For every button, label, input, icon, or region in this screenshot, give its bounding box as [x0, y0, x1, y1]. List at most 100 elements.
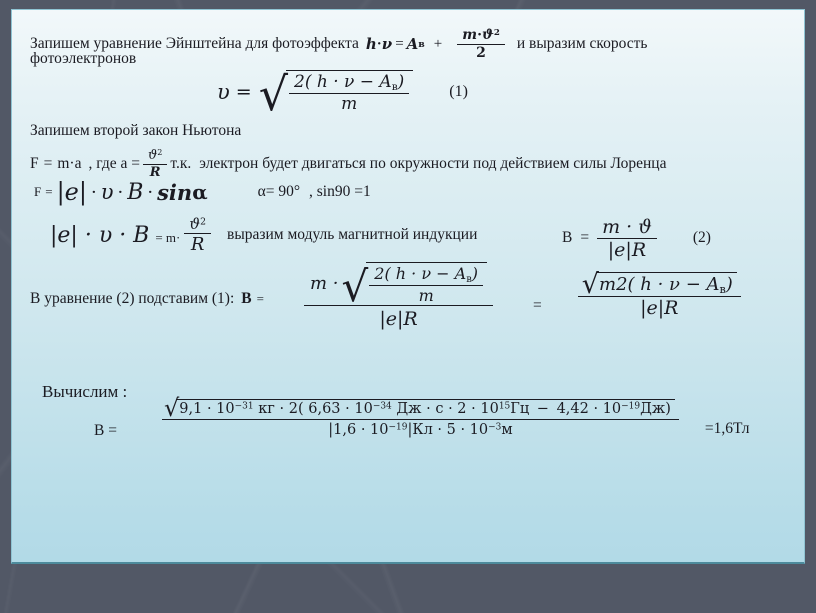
equals-sign: = — [235, 80, 252, 103]
exponent-mass: −31 — [234, 401, 254, 412]
radical-sign: √ — [258, 67, 289, 122]
value-factor-two: 2 — [288, 400, 298, 417]
equation-1-velocity: υ = √ 2( h · ν − Aв) m (1) — [217, 67, 468, 122]
line-force-definition: F = m·a , где a = ϑ2 R т.к. электрон буд… — [30, 148, 666, 181]
angle-condition: α= 90° — [257, 182, 301, 200]
fraction-inner: 2( h · ν − Aв) m — [369, 264, 484, 305]
paren-close: ) — [665, 400, 671, 417]
fraction-numeric: √ 9,1 · 10−31 кг · 2( 6,63 · 10−34 Дж · … — [162, 396, 679, 438]
unit-kilogram: кг — [258, 400, 275, 417]
plus-sign: + — [433, 36, 443, 53]
value-planck: 6,63 — [308, 400, 341, 417]
exponent-work: −19 — [621, 401, 641, 412]
symbol-nu: ν — [381, 35, 393, 54]
exponent-two: 2 — [157, 148, 163, 158]
label-B-result: B = — [94, 422, 117, 439]
sine-value-condition: , sin90 =1 — [309, 182, 371, 200]
dot-operator: · 10 — [460, 422, 489, 439]
symbol-magnetic-induction: B — [127, 179, 144, 205]
exponent-planck: −34 — [372, 401, 392, 412]
fraction-denominator: m — [369, 284, 484, 305]
dot-operator: · 10 — [471, 400, 499, 417]
value-work-function: 4,42 — [556, 400, 589, 417]
function-sin: sin — [157, 179, 193, 205]
equals-sign: = — [256, 291, 264, 307]
paren-close: ) — [397, 72, 405, 92]
exponent-two: 2 — [200, 216, 207, 228]
where-text: , где a = — [88, 154, 140, 172]
radical-numeric: √ 9,1 · 10−31 кг · 2( 6,63 · 10−34 Дж · … — [164, 396, 675, 419]
equals-sign: = — [45, 184, 53, 199]
fraction-denominator: 2 — [457, 44, 505, 62]
value-electron-mass: 9,1 — [179, 400, 203, 417]
expression-mass-acceleration: m·a — [57, 154, 82, 172]
line-newton-second-law: Запишем второй закон Ньютона — [30, 122, 242, 139]
unit-joule-second: Дж · с — [396, 400, 444, 417]
fraction-kinetic-energy: m·ϑ2 2 — [457, 27, 505, 62]
paren-open: ( — [297, 400, 309, 417]
final-result-value: =1,6Тл — [704, 420, 750, 437]
radical-content: 2( h · ν − Aв) m — [366, 262, 488, 305]
fraction-numerator: √ m2( h · ν − Aв) — [578, 271, 741, 298]
magnetic-induction-text: выразим модуль магнитной индукции — [227, 225, 478, 243]
fraction-numerator: m · ϑ — [602, 216, 652, 238]
dot-operator: · — [147, 181, 154, 203]
minus-sign: − — [536, 400, 549, 417]
equation-1-label: (1) — [449, 82, 468, 100]
dot-operator: · 10 — [345, 400, 373, 417]
symbol-charge-abs: |e| — [56, 178, 87, 206]
substitution-text: В уравнение (2) подставим (1): — [30, 290, 235, 307]
symbol-velocity: υ — [217, 79, 230, 104]
radical-content: m2( h · ν − Aв) — [596, 272, 737, 296]
fraction-denominator: |e|R — [597, 238, 657, 261]
radical-content: 2( h · ν − Aв) m — [286, 70, 414, 114]
fraction-numerator: 2( h · ν − Aв) — [289, 72, 409, 93]
paren-close: ) — [471, 264, 479, 283]
dot-operator: · — [279, 400, 289, 417]
radical-simplified: √ m2( h · ν − Aв) — [582, 271, 737, 298]
dot-operator: · 10 — [593, 400, 622, 417]
dot-operator: · — [117, 181, 124, 203]
because-text: т.к. — [170, 154, 192, 172]
unit-hertz: Гц — [510, 400, 530, 417]
fraction-outer: m · √ 2( h · ν − Aв) m |e|R — [304, 262, 494, 330]
paren-close: ) — [725, 274, 733, 296]
fraction-numerator: ϑ2 — [143, 148, 167, 164]
equation-numeric-substitution: √ 9,1 · 10−31 кг · 2( 6,63 · 10−34 Дж · … — [162, 396, 750, 439]
dot-operator: · — [90, 181, 97, 203]
symbol-theta: ϑ — [189, 215, 201, 233]
fraction-inside-radical: 2( h · ν − Aв) m — [289, 72, 410, 114]
equation-substituted-B: m · √ 2( h · ν − Aв) m |e|R = √ m2(h · … — [304, 262, 741, 330]
symbol-work-function-subscript: в — [418, 38, 425, 50]
dot-operator: · — [437, 422, 447, 439]
symbol-work-function: A — [406, 35, 419, 54]
symbol-planck-h: h — [365, 35, 377, 54]
fraction-simplified-B: √ m2( h · ν − Aв) |e|R — [577, 271, 741, 319]
value-radius: 5 — [446, 422, 456, 439]
radical-velocity: √ 2( h · ν − Aв) m — [258, 67, 414, 122]
line-lorentz-force: F = |e| · υ · B · sin α α= 90° , sin90 =… — [34, 178, 371, 206]
fraction-denominator: |1,6 · 10−19|Кл · 5 · 10−3м — [162, 419, 679, 438]
equals-sign: = — [580, 229, 590, 247]
unit-meter: м — [501, 422, 513, 439]
line-force-equality: |e| · υ · B = m· ϑ2 R выразим модуль маг… — [50, 215, 477, 255]
fraction-numerator: ϑ2 — [184, 215, 211, 233]
einstein-tail-text: и выразим скорость — [516, 35, 648, 53]
fraction-numerator: 2( h · ν − Aв) — [369, 264, 483, 285]
symbol-force: F — [30, 154, 39, 172]
equals-sign: = — [43, 154, 53, 172]
fraction-numerator: m · √ 2( h · ν − Aв) m — [304, 262, 493, 308]
symbol-alpha: α — [192, 180, 208, 204]
fraction-denominator: R — [184, 233, 212, 255]
dot-operator: · 10 — [206, 400, 235, 417]
symbol-theta: ϑ — [481, 27, 494, 43]
symbol-mass: m — [462, 27, 478, 43]
fraction-denominator: |e|R — [304, 304, 494, 330]
fraction-B-formula: m · ϑ |e|R — [597, 216, 657, 261]
expression-m2-energy: m2( h · ν − A — [599, 274, 720, 296]
equals-mass-text: = m· — [155, 230, 181, 245]
value-frequency: 2 — [457, 400, 467, 417]
exponent-two: 2 — [493, 27, 500, 38]
exponent-frequency: 15 — [498, 401, 511, 412]
exponent-radius: −3 — [488, 422, 502, 433]
